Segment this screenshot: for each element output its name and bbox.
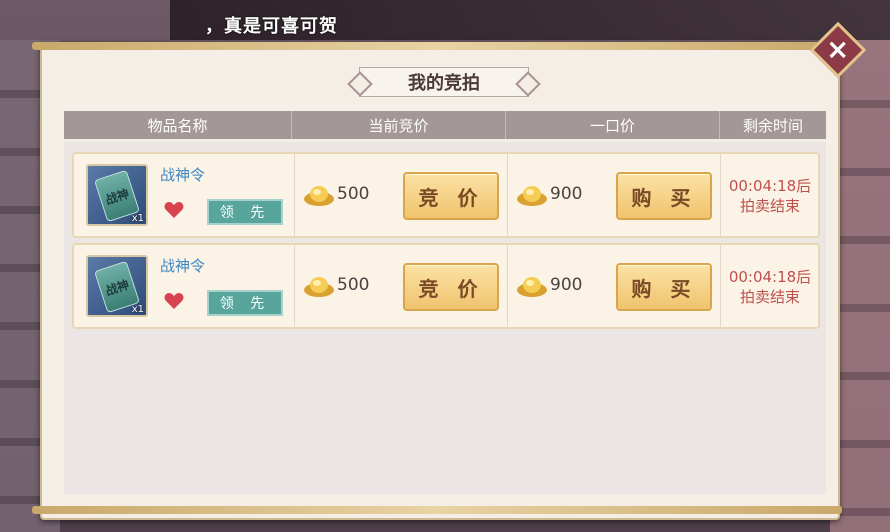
current-bid-cell: 500 竞 价 [295, 245, 508, 327]
gold-ingot-icon [517, 186, 547, 206]
chat-message-text: ，真是可喜可贺 [205, 16, 338, 37]
gold-ingot-icon [304, 277, 334, 297]
page-title: 我的竞拍 [408, 73, 480, 94]
item-name: 战神令 [160, 166, 206, 184]
time-left: 00:04:18后 拍卖结束 [723, 267, 817, 307]
buyout-cell: 900 购 买 [508, 245, 721, 327]
time-left-cell: 00:04:18后 拍卖结束 [721, 154, 818, 236]
item-quantity: x1 [131, 304, 144, 315]
buyout-price-value: 900 [550, 275, 583, 295]
item-cell: 战神 x1 战神令 领 先 [74, 245, 295, 327]
panel-top-border [32, 42, 842, 50]
panel-title-box: 我的竞拍 [359, 67, 529, 97]
header-current-bid: 当前竞价 [292, 111, 506, 139]
buyout-price-value: 900 [550, 184, 583, 204]
panel-title-frame: 我的竞拍 [346, 66, 542, 98]
gold-ingot-icon [304, 186, 334, 206]
header-buyout-price: 一口价 [506, 111, 720, 139]
table-row: 战神 x1 战神令 领 先 500 竞 价 900 购 买 00:04:18后 … [72, 152, 820, 238]
item-name: 战神令 [160, 257, 206, 275]
current-bid-value: 500 [337, 184, 370, 204]
gold-ingot-icon [517, 277, 547, 297]
table-row: 战神 x1 战神令 领 先 500 竞 价 900 购 买 00:04:18后 … [72, 243, 820, 329]
time-left: 00:04:18后 拍卖结束 [723, 176, 817, 216]
close-icon: × [822, 38, 855, 62]
current-bid-cell: 500 竞 价 [295, 154, 508, 236]
status-badge: 领 先 [207, 199, 283, 225]
bid-button[interactable]: 竞 价 [403, 263, 499, 311]
time-left-suffix: 拍卖结束 [739, 288, 800, 306]
time-left-suffix: 拍卖结束 [739, 197, 800, 215]
header-time-left: 剩余时间 [742, 116, 803, 135]
header-item-name: 物品名称 [64, 111, 292, 139]
panel-bottom-border [32, 506, 842, 514]
item-cell: 战神 x1 战神令 领 先 [74, 154, 295, 236]
war-token-icon[interactable]: 战神 x1 [86, 255, 148, 317]
war-token-icon[interactable]: 战神 x1 [86, 164, 148, 226]
item-quantity: x1 [131, 213, 144, 224]
time-left-value: 00:04:18后 [728, 177, 812, 195]
time-left-value: 00:04:18后 [728, 268, 812, 286]
status-badge: 领 先 [207, 290, 283, 316]
buy-button[interactable]: 购 买 [616, 263, 712, 311]
time-left-cell: 00:04:18后 拍卖结束 [721, 245, 818, 327]
buy-button[interactable]: 购 买 [616, 172, 712, 220]
table-header: 物品名称 当前竞价 一口价 剩余时间 [64, 111, 826, 139]
bid-button[interactable]: 竞 价 [403, 172, 499, 220]
heart-icon[interactable] [164, 201, 184, 219]
buyout-cell: 900 购 买 [508, 154, 721, 236]
current-bid-value: 500 [337, 275, 370, 295]
heart-icon[interactable] [164, 292, 184, 310]
